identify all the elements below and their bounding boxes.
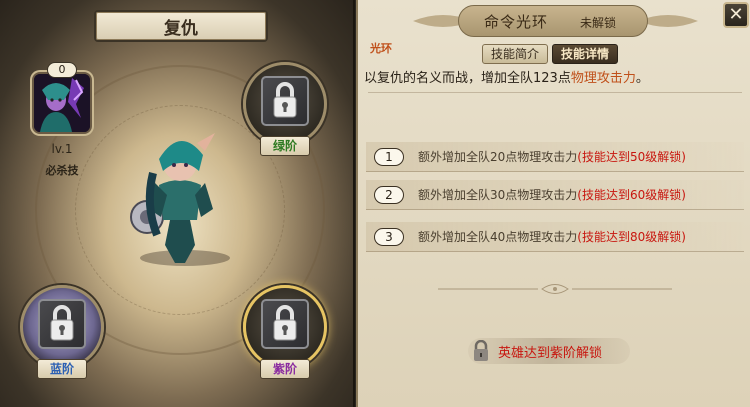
skill-detail-panel: 命令光环 未解锁 ✕ 光环 技能简介 技能详情 以复仇的名义而战，增加全队123…: [356, 0, 750, 407]
skill-description: 以复仇的名义而战，增加全队123点物理攻击力。: [364, 67, 649, 86]
bonus-text: 额外增加全队20点物理攻击力: [418, 150, 578, 164]
close-icon: ✕: [728, 4, 744, 25]
description-suffix: 。: [635, 71, 649, 86]
purple-tier-medal[interactable]: 紫阶: [243, 285, 327, 389]
description-text: 以复仇的名义而战，增加全队123点: [364, 71, 571, 86]
bonus-condition: (技能达到60级解锁): [577, 188, 686, 202]
purple-tier-label: 紫阶: [260, 359, 310, 379]
lock-icon: [273, 82, 297, 118]
unlock-requirement[interactable]: 英雄达到紫阶解锁: [468, 338, 630, 364]
green-tier-medal[interactable]: 绿阶: [243, 62, 327, 166]
lock-icon: [50, 305, 74, 341]
aura-title: 命令光环: [484, 13, 549, 31]
bonus-row: 3 额外增加全队40点物理攻击力 (技能达到80级解锁): [366, 222, 744, 252]
bonus-number: 3: [374, 227, 404, 246]
skill-portrait-icon[interactable]: [32, 72, 92, 134]
green-tier-label: 绿阶: [260, 136, 310, 156]
bonus-text: 额外增加全队30点物理攻击力: [418, 188, 578, 202]
bonus-row: 2 额外增加全队30点物理攻击力 (技能达到60级解锁): [366, 180, 744, 210]
close-button[interactable]: ✕: [723, 2, 749, 28]
hero-skill-panel: 复仇 0 lv.1 必杀技 绿阶 蓝阶 紫阶: [0, 0, 355, 407]
description-highlight: 物理攻击力: [570, 71, 636, 86]
unlock-requirement-text: 英雄达到紫阶解锁: [498, 345, 603, 361]
lock-icon: [474, 340, 488, 361]
lock-icon: [273, 305, 297, 341]
skill-count-badge: 0: [47, 62, 77, 78]
aura-section-tag: 光环: [370, 42, 392, 55]
bonus-text: 额外增加全队40点物理攻击力: [418, 230, 578, 244]
divider: [368, 92, 742, 93]
lock-status: 未解锁: [580, 16, 617, 30]
bonus-row: 1 额外增加全队20点物理攻击力 (技能达到50级解锁): [366, 142, 744, 172]
skill-level-label: lv.1: [51, 142, 73, 156]
skill-name-title: 复仇: [94, 10, 268, 42]
tab-skill-detail[interactable]: 技能详情: [552, 44, 618, 64]
bonus-condition: (技能达到50级解锁): [577, 150, 686, 164]
hero-character: [130, 133, 215, 263]
tab-skill-intro[interactable]: 技能简介: [482, 44, 548, 64]
ornament-divider: [438, 284, 672, 294]
bonus-number: 2: [374, 185, 404, 204]
bonus-condition: (技能达到80级解锁): [577, 230, 686, 244]
blue-tier-label: 蓝阶: [37, 359, 87, 379]
bonus-number: 1: [374, 147, 404, 166]
skill-type-label: 必杀技: [45, 164, 79, 177]
blue-tier-medal[interactable]: 蓝阶: [20, 285, 104, 389]
